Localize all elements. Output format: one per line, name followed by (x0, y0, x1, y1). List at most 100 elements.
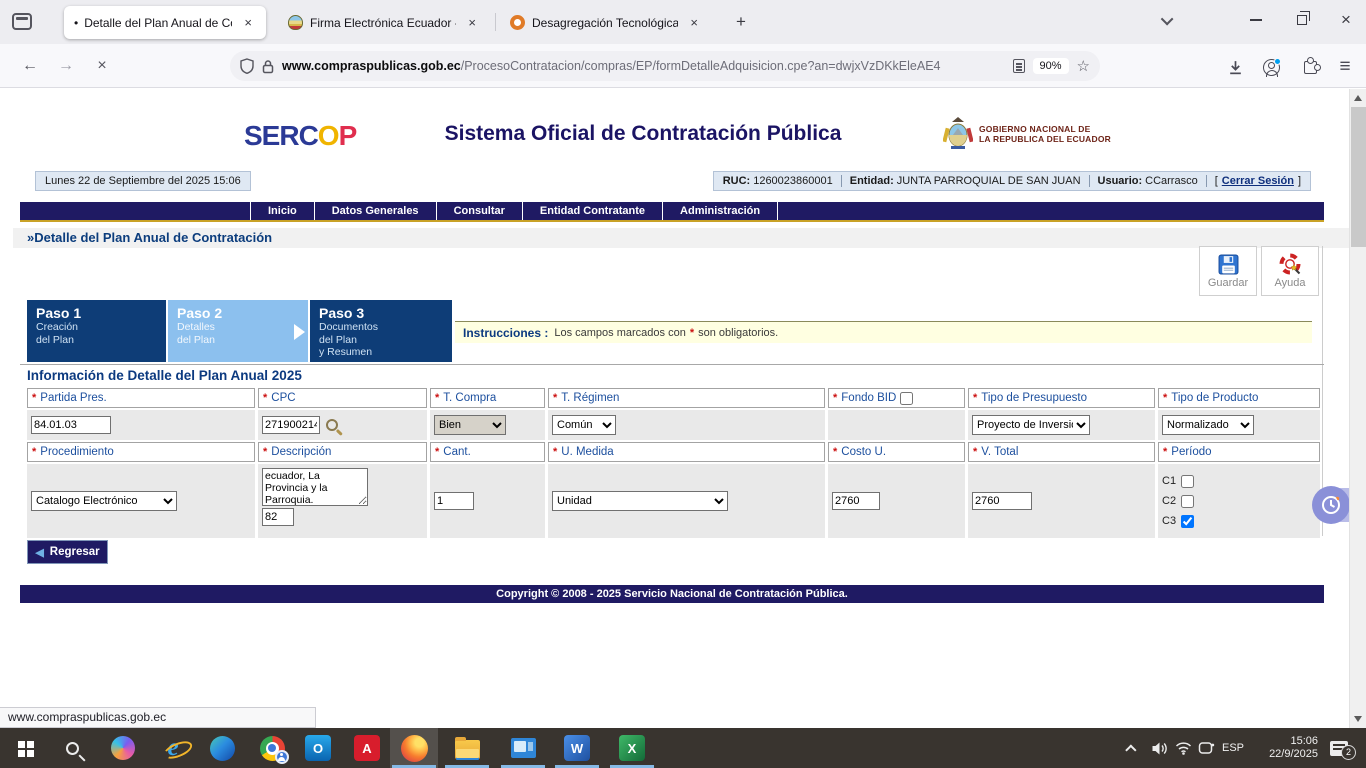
forward-button[interactable]: → (52, 52, 80, 80)
vtotal-input[interactable] (972, 492, 1032, 510)
nav-item-inicio[interactable]: Inicio (250, 202, 314, 220)
tab-close-icon[interactable]: × (464, 14, 480, 31)
taskbar-firefox-active[interactable] (390, 728, 438, 768)
desagregacion-favicon (510, 15, 525, 30)
window-restore-button[interactable] (1286, 0, 1318, 40)
meet-now-icon[interactable] (1193, 728, 1219, 768)
account-icon[interactable] (1258, 54, 1284, 80)
scroll-down-icon[interactable] (1354, 716, 1362, 722)
acrobat-icon: A (354, 735, 380, 761)
taskbar-edge[interactable] (198, 728, 246, 768)
descripcion-textarea[interactable] (262, 468, 368, 506)
windows-logo-icon (18, 741, 25, 748)
taskbar-word[interactable]: W (553, 728, 601, 768)
tipo-presupuesto-select[interactable]: Proyecto de Inversión (972, 415, 1090, 435)
page-scrollbar[interactable] (1349, 89, 1366, 728)
nav-item-entidad-contratante[interactable]: Entidad Contratante (522, 202, 662, 220)
header-tcompra: *T. Compra (430, 388, 545, 408)
windows-taskbar: e O A W X ESP 15:06 22/9/2025 2 (0, 728, 1366, 768)
scroll-up-icon[interactable] (1354, 95, 1362, 101)
regresar-button[interactable]: ◀ Regresar (27, 540, 108, 564)
tracking-shield-icon[interactable] (240, 58, 254, 74)
taskbar-excel[interactable]: X (608, 728, 656, 768)
section-divider (20, 364, 1324, 365)
taskbar-outlook[interactable]: O (294, 728, 342, 768)
taskbar-copilot[interactable] (99, 728, 147, 768)
tab-title: Detalle del Plan Anual de Contr (84, 16, 232, 30)
tab-firma-electronica[interactable]: Firma Electrónica Ecuador - Firm × (278, 6, 490, 39)
tray-chevron-icon[interactable] (1120, 728, 1146, 768)
nav-item-datos-generales[interactable]: Datos Generales (314, 202, 436, 220)
taskbar-system-tool[interactable] (499, 728, 547, 768)
tab-close-icon[interactable]: × (686, 14, 702, 31)
language-indicator[interactable]: ESP (1218, 728, 1248, 768)
taskbar-clock[interactable]: 15:06 22/9/2025 (1252, 728, 1318, 768)
ecuador-crest-favicon (288, 15, 303, 30)
taskbar-search-button[interactable] (48, 728, 96, 768)
logout-link[interactable]: Cerrar Sesión (1222, 175, 1294, 187)
tab-title: Desagregación Tecnológica: Cál (532, 16, 678, 30)
notification-center-icon[interactable]: 2 (1324, 728, 1354, 768)
reader-mode-icon[interactable] (1013, 59, 1025, 73)
header-tipo-presupuesto: *Tipo de Presupuesto (968, 388, 1155, 408)
tab-desagregacion[interactable]: Desagregación Tecnológica: Cál × (500, 6, 712, 39)
costo-input[interactable] (832, 492, 880, 510)
chrome-profile-badge (275, 750, 289, 764)
tab-detalle-plan[interactable]: • Detalle del Plan Anual de Contr × (64, 6, 266, 39)
search-icon (66, 742, 79, 755)
page-zoom-chip[interactable]: 90% (1033, 58, 1069, 74)
government-emblem: GOBIERNO NACIONAL DELA REPUBLICA DEL ECU… (943, 116, 1111, 152)
lifebuoy-help-icon (1279, 253, 1301, 275)
tregimen-select[interactable]: Común (552, 415, 616, 435)
tab-list-chevron-icon[interactable] (1152, 0, 1184, 40)
save-button[interactable]: Guardar (1199, 246, 1257, 296)
procedimiento-select[interactable]: Catalogo Electrónico (31, 491, 177, 511)
window-minimize-button[interactable] (1240, 0, 1272, 40)
tipo-producto-select[interactable]: Normalizado (1162, 415, 1254, 435)
clock-widget-icon[interactable] (1312, 486, 1350, 524)
header-tipo-producto: *Tipo de Producto (1158, 388, 1320, 408)
periodo-c2-checkbox[interactable] (1181, 495, 1194, 508)
taskbar-file-explorer[interactable] (443, 728, 491, 768)
extensions-puzzle-icon[interactable] (1297, 54, 1323, 80)
back-button[interactable]: ← (16, 52, 44, 80)
periodo-c1-checkbox[interactable] (1181, 475, 1194, 488)
edge-icon (210, 736, 235, 761)
periodo-c3-checkbox[interactable] (1181, 515, 1194, 528)
downloads-icon[interactable] (1222, 54, 1248, 80)
fondo-bid-checkbox[interactable] (900, 392, 913, 405)
speaker-icon[interactable] (1146, 728, 1172, 768)
header-cpc: *CPC (258, 388, 427, 408)
nav-item-consultar[interactable]: Consultar (436, 202, 522, 220)
header-cant: *Cant. (430, 442, 545, 462)
bookmark-star-icon[interactable]: ☆ (1077, 57, 1090, 75)
descripcion-extra-input[interactable] (262, 508, 294, 526)
firefox-view-icon[interactable] (12, 13, 32, 30)
page-footer: Copyright © 2008 - 2025 Servicio Naciona… (20, 585, 1324, 603)
tab-close-icon[interactable]: × (240, 14, 256, 31)
breadcrumb-band: »Detalle del Plan Anual de Contratación (13, 228, 1349, 248)
taskbar-acrobat[interactable]: A (343, 728, 391, 768)
back-arrow-icon: ◀ (35, 546, 43, 559)
new-tab-button[interactable]: + (728, 9, 754, 35)
taskbar-chrome[interactable] (248, 728, 296, 768)
scrollbar-thumb[interactable] (1351, 107, 1366, 247)
lock-icon[interactable] (262, 59, 274, 74)
screen: • Detalle del Plan Anual de Contr × Firm… (0, 0, 1366, 768)
cpc-search-icon[interactable] (326, 419, 338, 431)
cpc-input[interactable] (262, 416, 320, 434)
menu-hamburger-icon[interactable]: ≡ (1332, 54, 1358, 80)
taskbar-internet-explorer[interactable]: e (149, 728, 197, 768)
header-fondo-bid: *Fondo BID (828, 388, 965, 408)
url-bar[interactable]: www.compraspublicas.gob.ec/ProcesoContra… (230, 51, 1100, 81)
start-button[interactable] (2, 728, 48, 768)
help-button[interactable]: Ayuda (1261, 246, 1319, 296)
window-close-button[interactable]: × (1330, 0, 1362, 40)
cant-input[interactable] (434, 492, 474, 510)
umedida-select[interactable]: Unidad (552, 491, 728, 511)
tcompra-select[interactable]: Bien (434, 415, 506, 435)
header-umedida: *U. Medida (548, 442, 825, 462)
stop-button[interactable]: × (88, 52, 116, 80)
nav-item-administracion[interactable]: Administración (662, 202, 778, 220)
partida-input[interactable] (31, 416, 111, 434)
